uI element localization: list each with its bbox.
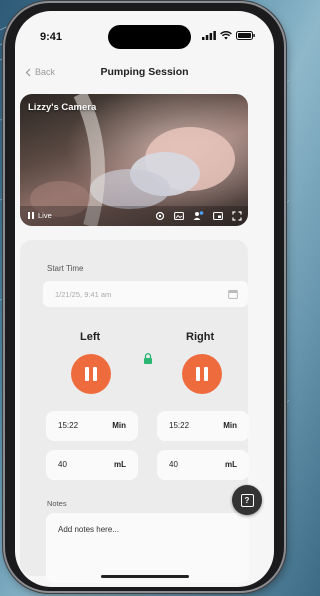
pip-icon[interactable] [213,211,223,221]
right-volume-value: 40 [169,460,178,469]
right-time-value: 15:22 [169,421,190,430]
notes-label: Notes [47,499,67,508]
home-indicator [101,575,189,578]
pause-bar-icon [93,367,97,381]
start-time-field[interactable]: 1/21/25, 9:41 am [43,281,248,307]
status-icons [202,31,255,40]
left-pause-button[interactable] [71,354,111,394]
page-title: Pumping Session [100,66,189,78]
right-time-unit: Min [223,421,237,430]
left-volume-unit: mL [114,460,126,469]
live-label: Live [38,211,52,220]
signal-icon [202,31,216,40]
settings-icon[interactable] [155,211,165,221]
fullscreen-icon[interactable] [232,211,242,221]
question-icon: ? [240,493,254,507]
right-volume-unit: mL [225,460,237,469]
left-time-unit: Min [112,421,126,430]
right-volume-field[interactable]: 40 mL [157,450,249,480]
camera-feed[interactable]: Lizzy's Camera Live [20,94,248,226]
right-label: Right [186,331,215,343]
status-bar: 9:41 [15,11,274,53]
left-time-field[interactable]: 15:22 Min [46,411,138,441]
status-time: 9:41 [40,31,63,43]
pause-icon [28,212,34,219]
nav-bar: Back Pumping Session [15,63,274,85]
camera-name: Lizzy's Camera [28,102,97,113]
wifi-icon [220,31,232,40]
notes-input[interactable]: Add notes here... [46,513,249,583]
start-time-value: 1/21/25, 9:41 am [55,289,112,299]
live-toggle[interactable]: Live [28,211,52,220]
start-time-label: Start Time [47,264,84,273]
camera-image [20,94,248,226]
people-icon[interactable] [193,211,204,221]
left-label: Left [80,331,101,343]
pause-bar-icon [85,367,89,381]
left-volume-field[interactable]: 40 mL [46,450,138,480]
dynamic-island [108,25,191,49]
left-time-value: 15:22 [58,421,79,430]
calendar-icon [228,290,238,299]
right-time-field[interactable]: 15:22 Min [157,411,249,441]
help-button[interactable]: ? [232,485,262,515]
pause-bar-icon [204,367,208,381]
notes-placeholder: Add notes here... [58,525,119,534]
pause-bar-icon [196,367,200,381]
lock-icon[interactable] [143,353,153,364]
camera-controls [155,211,242,221]
left-volume-value: 40 [58,460,67,469]
right-pause-button[interactable] [182,354,222,394]
picture-icon[interactable] [174,211,184,221]
battery-icon [236,31,255,40]
